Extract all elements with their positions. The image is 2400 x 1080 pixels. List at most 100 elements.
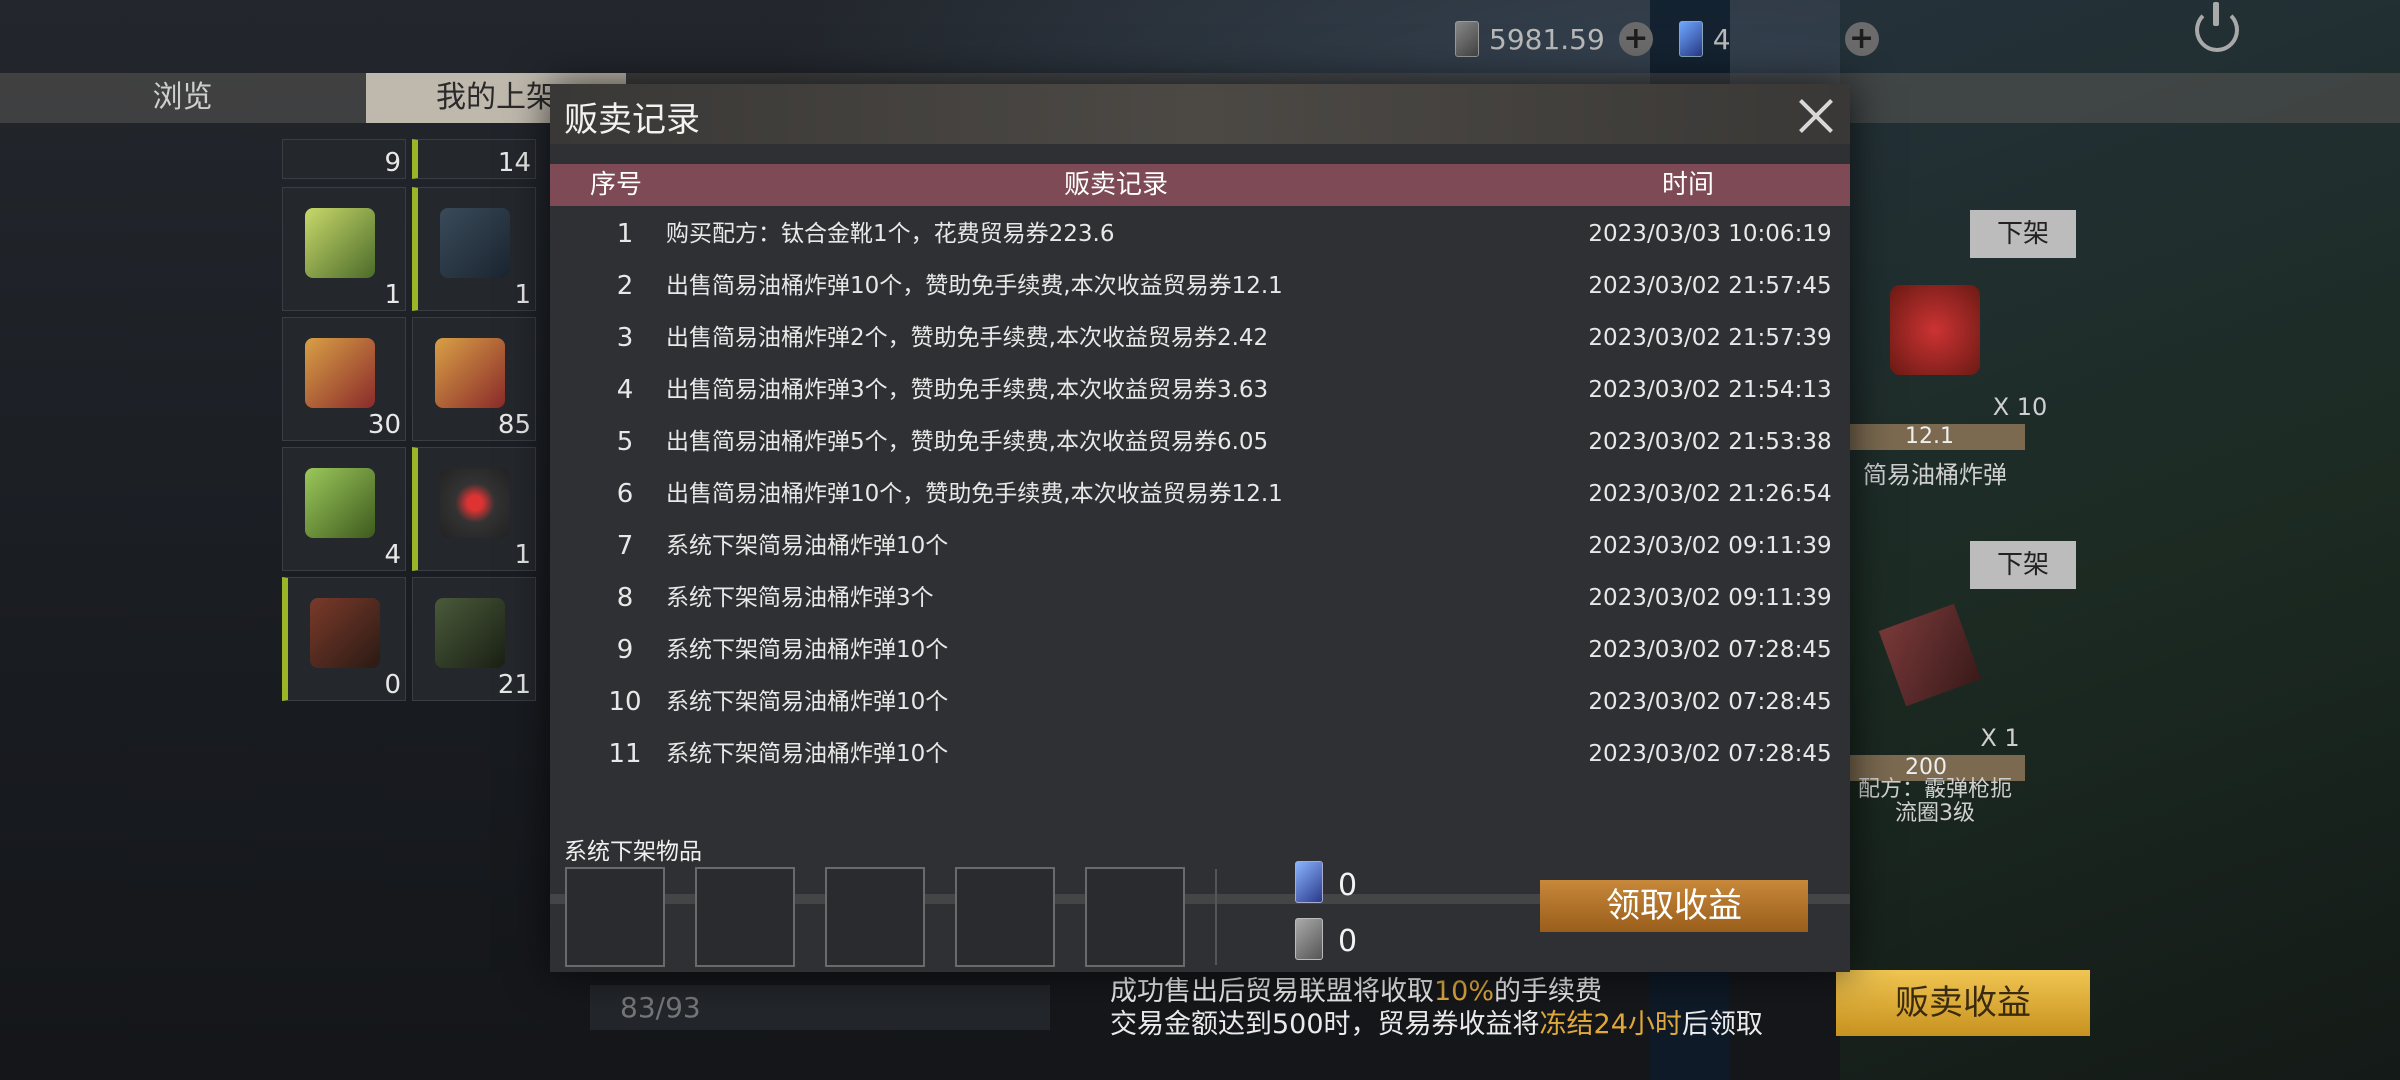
- gain-premium-amount: 0: [1338, 868, 1358, 903]
- premium-card-icon: [1678, 21, 1703, 57]
- sell-income-button[interactable]: 贩卖收益: [1836, 970, 2090, 1036]
- power-icon[interactable]: [2195, 2, 2239, 52]
- listing-name: 简易油桶炸弹: [1863, 461, 2007, 489]
- row-record: 出售简易油桶炸弹10个，赞助免手续费,本次收益贸易券12.1: [666, 481, 1283, 507]
- premium-card-amount: 4: [1712, 22, 1731, 56]
- header-record: 贩卖记录: [1064, 170, 1169, 200]
- inventory-slot[interactable]: 1: [412, 187, 536, 311]
- row-time: 2023/03/03 10:06:19: [1588, 221, 1832, 247]
- tab-browse[interactable]: 浏览: [0, 73, 365, 123]
- slot-count: 85: [497, 410, 531, 440]
- row-time: 2023/03/02 21:26:54: [1588, 481, 1832, 507]
- removed-item-slot[interactable]: [955, 867, 1055, 967]
- rpg-icon: [310, 598, 380, 668]
- inventory-slot[interactable]: 14: [412, 139, 536, 179]
- table-row: 9 系统下架简易油桶炸弹10个 2023/03/02 07:28:45: [550, 624, 1850, 676]
- fee-notice-line1: 成功售出后贸易联盟将收取10%的手续费: [1110, 975, 1763, 1008]
- inventory-slot[interactable]: 4: [282, 447, 406, 571]
- row-record: 系统下架简易油桶炸弹10个: [666, 741, 949, 767]
- rifle-icon: [440, 208, 510, 278]
- notice-highlight: 冻结24小时: [1539, 1009, 1682, 1040]
- gain-coupon-amount: 0: [1338, 924, 1358, 959]
- row-record: 系统下架简易油桶炸弹10个: [666, 637, 949, 663]
- removed-item-slot[interactable]: [825, 867, 925, 967]
- currency-bar: 5981.59 + 4 +: [1455, 14, 1879, 64]
- trade-coupon-amount: 5981.59: [1489, 22, 1605, 56]
- row-record: 出售简易油桶炸弹5个，赞助免手续费,本次收益贸易券6.05: [666, 429, 1269, 455]
- notice-text: 后领取: [1681, 1009, 1763, 1040]
- table-row: 2 出售简易油桶炸弹10个，赞助免手续费,本次收益贸易券12.1 2023/03/0…: [550, 260, 1850, 312]
- notice-text: 成功售出后贸易联盟将收取: [1110, 976, 1434, 1007]
- add-premium-button[interactable]: +: [1844, 22, 1879, 56]
- inventory-slot[interactable]: 30: [282, 317, 406, 441]
- row-time: 2023/03/02 21:54:13: [1588, 377, 1832, 403]
- grenade-shell-icon: [305, 468, 375, 538]
- delist-button[interactable]: 下架: [1970, 541, 2076, 589]
- divider: [1215, 869, 1217, 965]
- add-coupon-button[interactable]: +: [1618, 22, 1653, 56]
- slot-count: 14: [497, 148, 531, 178]
- slot-count: 1: [514, 540, 531, 570]
- ammo-icon: [435, 338, 505, 408]
- table-header: 序号 贩卖记录 时间: [550, 164, 1850, 206]
- row-record: 出售简易油桶炸弹2个，赞助免手续费,本次收益贸易券2.42: [666, 325, 1269, 351]
- fee-notice-line2: 交易金额达到500时，贸易券收益将冻结24小时后领取: [1110, 1008, 1763, 1041]
- table-row: 10 系统下架简易油桶炸弹10个 2023/03/02 07:28:45: [550, 676, 1850, 728]
- row-time: 2023/03/02 07:28:45: [1588, 689, 1832, 715]
- notice-text: 的手续费: [1494, 976, 1603, 1007]
- claim-income-button[interactable]: 领取收益: [1540, 880, 1808, 932]
- row-record: 出售简易油桶炸弹10个，赞助免手续费,本次收益贸易券12.1: [666, 273, 1283, 299]
- inventory-slot[interactable]: 85: [412, 317, 536, 441]
- header-time: 时间: [1662, 170, 1715, 200]
- inventory-slot[interactable]: 21: [412, 577, 536, 701]
- table-row: 6 出售简易油桶炸弹10个，赞助免手续费,本次收益贸易券12.1 2023/03/0…: [550, 468, 1850, 520]
- background-scenery: [1840, 0, 2400, 1080]
- dialog-header: 贩卖记录: [550, 84, 1850, 144]
- inventory-slot[interactable]: 1: [412, 447, 536, 571]
- row-time: 2023/03/02 07:28:45: [1588, 741, 1832, 767]
- inventory-slot[interactable]: 0: [282, 577, 406, 701]
- table-row: 7 系统下架简易油桶炸弹10个 2023/03/02 09:11:39: [550, 520, 1850, 572]
- inventory-grid: 9 14 1 1 30 85 4 1 0 21: [270, 139, 560, 715]
- removed-item-slot[interactable]: [565, 867, 665, 967]
- row-time: 2023/03/02 21:53:38: [1588, 429, 1832, 455]
- red-dot-sight-icon: [440, 468, 510, 538]
- row-record: 系统下架简易油桶炸弹3个: [666, 585, 934, 611]
- syringe-icon: [305, 208, 375, 278]
- header-no: 序号: [590, 170, 643, 200]
- slot-count: 21: [497, 670, 531, 700]
- row-record: 系统下架简易油桶炸弹10个: [666, 533, 949, 559]
- fuel-bomb-icon: [1890, 285, 1980, 375]
- removed-item-slot[interactable]: [695, 867, 795, 967]
- delist-button[interactable]: 下架: [1970, 210, 2076, 258]
- slot-count: 30: [367, 410, 401, 440]
- row-time: 2023/03/02 09:11:39: [1588, 533, 1832, 559]
- slot-count: 1: [384, 280, 401, 310]
- removed-item-slot[interactable]: [1085, 867, 1185, 967]
- premium-card-icon: [1295, 861, 1323, 903]
- table-row: 4 出售简易油桶炸弹3个，赞助免手续费,本次收益贸易券3.63 2023/03/02…: [550, 364, 1850, 416]
- table-row: 8 系统下架简易油桶炸弹3个 2023/03/02 09:11:39: [550, 572, 1850, 624]
- row-record: 系统下架简易油桶炸弹10个: [666, 689, 949, 715]
- slot-count: 1: [514, 280, 531, 310]
- inventory-slot[interactable]: 9: [282, 139, 406, 179]
- sales-record-dialog: 贩卖记录 序号 贩卖记录 时间 1 购买配方：钛合金靴1个，花费贸易券223.6 2…: [550, 84, 1850, 972]
- slot-count: 9: [384, 148, 401, 178]
- table-row: 5 出售简易油桶炸弹5个，赞助免手续费,本次收益贸易券6.05 2023/03/02…: [550, 416, 1850, 468]
- inventory-capacity: 83/93: [590, 985, 1050, 1030]
- table-row: 1 购买配方：钛合金靴1个，花费贸易券223.6 2023/03/03 10:06:…: [550, 208, 1850, 260]
- trade-coupon-icon: [1455, 21, 1479, 57]
- listing-name: 配方：霰弹枪扼流圈3级: [1857, 777, 2012, 826]
- listing-qty: X 10: [1992, 393, 2048, 421]
- slot-count: 0: [384, 670, 401, 700]
- notice-text: 交易金额达到500时，贸易券收益将: [1110, 1009, 1540, 1040]
- table-row: 3 出售简易油桶炸弹2个，赞助免手续费,本次收益贸易券2.42 2023/03/02…: [550, 312, 1850, 364]
- close-icon[interactable]: [1796, 94, 1836, 134]
- row-record: 出售简易油桶炸弹3个，赞助免手续费,本次收益贸易券3.63: [666, 377, 1269, 403]
- row-time: 2023/03/02 21:57:45: [1588, 273, 1832, 299]
- notice-highlight: 10%: [1434, 976, 1495, 1007]
- record-table[interactable]: 1 购买配方：钛合金靴1个，花费贸易券223.6 2023/03/03 10:06:…: [550, 208, 1850, 894]
- row-time: 2023/03/02 09:11:39: [1588, 585, 1832, 611]
- ammo-icon: [305, 338, 375, 408]
- inventory-slot[interactable]: 1: [282, 187, 406, 311]
